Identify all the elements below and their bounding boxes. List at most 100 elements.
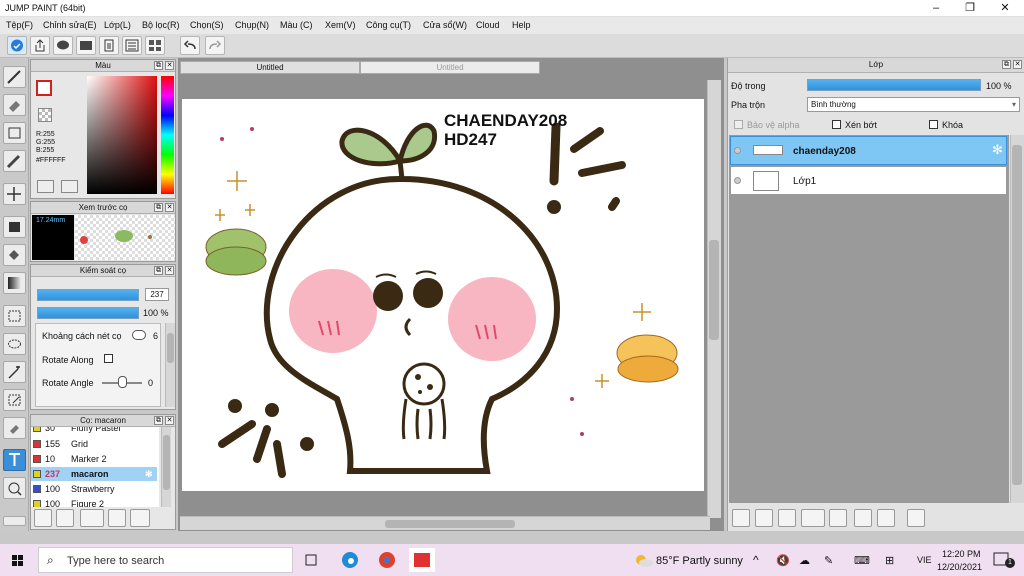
brush-copy-icon[interactable] xyxy=(80,509,104,527)
panel-float-icon[interactable]: ⧉ xyxy=(1002,60,1011,69)
windows-start-icon[interactable] xyxy=(4,548,30,572)
transparent-swatch[interactable] xyxy=(38,108,52,122)
panel-float-icon[interactable]: ⧉ xyxy=(154,61,163,70)
document-icon[interactable] xyxy=(99,36,119,55)
brush-size-field[interactable]: 237 xyxy=(145,288,169,301)
menu-layer[interactable]: Lớp(L) xyxy=(104,20,131,30)
trash-icon[interactable] xyxy=(907,509,925,527)
menu-view[interactable]: Xem(V) xyxy=(325,20,356,30)
minimize-button[interactable]: – xyxy=(919,0,953,17)
hand-tool-icon[interactable] xyxy=(3,477,26,499)
brush-tool-icon[interactable] xyxy=(3,150,26,172)
rectangle-tool-icon[interactable] xyxy=(3,122,26,144)
brush-item[interactable]: 10 Marker 2 xyxy=(31,452,157,466)
brush-size-slider[interactable] xyxy=(37,289,139,301)
panel-float-icon[interactable]: ⧉ xyxy=(154,203,163,212)
clock-date[interactable]: 12/20/2021 xyxy=(937,562,982,572)
tab-untitled[interactable]: Untitled xyxy=(360,61,540,74)
drawing-canvas[interactable]: CHAENDAY208 HD247 xyxy=(182,99,704,491)
canvas-horizontal-scrollbar[interactable] xyxy=(180,516,710,530)
blend-mode-select[interactable]: Bình thường ▾ xyxy=(807,97,1020,112)
layer-item-chaenday208[interactable]: chaenday208 ✻ xyxy=(730,136,1007,165)
new-text-layer-icon[interactable] xyxy=(778,509,796,527)
panel-float-icon[interactable]: ⧉ xyxy=(154,416,163,425)
comment-icon[interactable] xyxy=(53,36,73,55)
redo-icon[interactable] xyxy=(205,36,225,55)
tool-handle[interactable] xyxy=(3,516,26,526)
menu-file[interactable]: Tệp(F) xyxy=(6,20,33,30)
text-tool-icon[interactable] xyxy=(3,449,26,471)
layer-item-lop1[interactable]: Lớp1 xyxy=(730,166,1007,195)
select-rect-tool-icon[interactable] xyxy=(3,305,26,327)
menu-tools[interactable]: Công cụ(T) xyxy=(366,20,411,30)
share-icon[interactable] xyxy=(30,36,50,55)
volume-icon[interactable]: 🔇 xyxy=(776,554,790,567)
layer-list-scrollbar[interactable] xyxy=(1010,135,1024,503)
menu-cloud[interactable]: Cloud xyxy=(476,20,500,30)
undo-icon[interactable] xyxy=(180,36,200,55)
menu-help[interactable]: Help xyxy=(512,20,531,30)
task-view-icon[interactable] xyxy=(299,548,325,572)
language-indicator[interactable]: VIE xyxy=(917,555,932,565)
new-raster-layer-icon[interactable] xyxy=(755,509,773,527)
brush-import-icon[interactable] xyxy=(108,509,126,527)
panel-close-icon[interactable]: ✕ xyxy=(1013,60,1022,69)
language-icon[interactable]: ⊞ xyxy=(885,554,894,567)
add-layer-dropdown-icon[interactable] xyxy=(801,509,825,527)
check-icon[interactable] xyxy=(7,36,27,55)
menu-capture[interactable]: Chụp(N) xyxy=(235,20,269,30)
panel-close-icon[interactable]: ✕ xyxy=(165,416,174,425)
clip-checkbox[interactable] xyxy=(832,120,841,129)
panel-close-icon[interactable]: ✕ xyxy=(165,266,174,275)
tab-untitled-active[interactable]: Untitled xyxy=(180,61,360,74)
canvas-vertical-scrollbar[interactable] xyxy=(707,80,721,518)
new-layer-icon[interactable] xyxy=(732,509,750,527)
list-icon[interactable] xyxy=(122,36,142,55)
brush-list-scrollbar[interactable] xyxy=(161,427,171,507)
maximize-button[interactable]: ❐ xyxy=(953,0,987,17)
layer-visibility-icon[interactable] xyxy=(734,177,741,184)
clock-time[interactable]: 12:20 PM xyxy=(942,549,981,559)
merge-layer-icon[interactable] xyxy=(877,509,895,527)
chrome-browser-icon[interactable] xyxy=(374,548,400,572)
brush-item[interactable]: 30 Fluffy Pastel xyxy=(31,427,157,435)
rotate-angle-slider[interactable] xyxy=(118,376,127,388)
brush-folder-icon[interactable] xyxy=(130,509,150,527)
foreground-color-swatch[interactable] xyxy=(36,80,52,96)
grid-icon[interactable] xyxy=(145,36,165,55)
bucket-tool-icon[interactable] xyxy=(3,244,26,266)
brush-opacity-slider[interactable] xyxy=(37,307,139,319)
menu-color[interactable]: Màu (C) xyxy=(280,20,313,30)
gear-icon[interactable]: ✻ xyxy=(992,142,1003,158)
close-button[interactable]: ✕ xyxy=(988,0,1022,17)
gear-icon[interactable]: ✻ xyxy=(145,467,153,481)
new-brush-icon[interactable] xyxy=(56,509,74,527)
lock-checkbox[interactable] xyxy=(929,120,938,129)
hue-slider[interactable] xyxy=(161,76,174,194)
brush-item[interactable]: 100 Figure 2 xyxy=(31,497,157,507)
move-tool-icon[interactable] xyxy=(3,183,26,205)
network-icon[interactable]: ☁ xyxy=(799,554,810,567)
select-pen-tool-icon[interactable] xyxy=(3,389,26,411)
menu-edit[interactable]: Chỉnh sửa(E) xyxy=(43,20,97,30)
brush-settings-icon[interactable] xyxy=(34,509,52,527)
gradient-tool-icon[interactable] xyxy=(3,272,26,294)
duplicate-layer-icon[interactable] xyxy=(854,509,872,527)
eraser-tool-icon[interactable] xyxy=(3,94,26,116)
spacing-knob[interactable] xyxy=(132,330,146,340)
panel-close-icon[interactable]: ✕ xyxy=(165,61,174,70)
menu-select[interactable]: Chọn(S) xyxy=(190,20,224,30)
select-eraser-tool-icon[interactable] xyxy=(3,417,26,439)
taskbar-search-box[interactable]: ⌕ Type here to search xyxy=(38,547,293,573)
fill-rect-tool-icon[interactable] xyxy=(3,216,26,238)
edge-browser-icon[interactable] xyxy=(337,548,363,572)
keyboard-icon[interactable]: ⌨ xyxy=(854,554,870,567)
brush-item[interactable]: 100 Strawberry xyxy=(31,482,157,496)
protect-alpha-checkbox[interactable] xyxy=(734,120,743,129)
message-icon[interactable] xyxy=(76,36,96,55)
panel-float-icon[interactable]: ⧉ xyxy=(154,266,163,275)
chevron-up-icon[interactable]: ^ xyxy=(753,553,759,567)
layer-opacity-slider[interactable] xyxy=(807,79,981,91)
palette-icon[interactable] xyxy=(37,180,54,193)
pen-tool-icon[interactable] xyxy=(3,66,26,88)
